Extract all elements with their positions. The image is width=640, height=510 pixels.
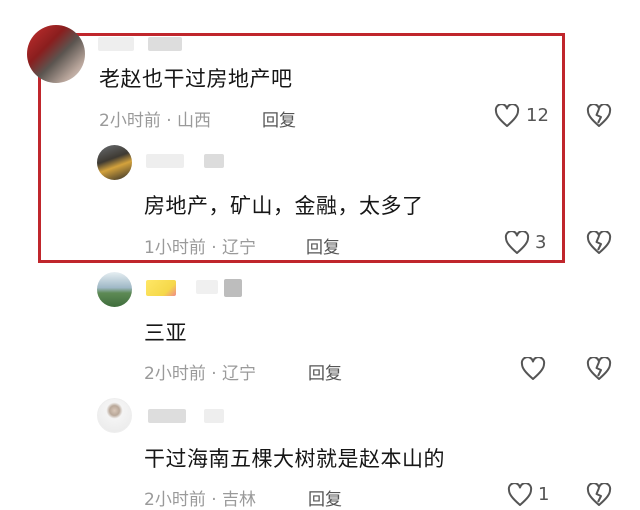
comment-time: 2小时前: [144, 364, 206, 384]
meta-separator: ·: [205, 238, 223, 258]
username-blurred[interactable]: [148, 37, 182, 51]
comment-text: 房地产，矿山，金融，太多了: [144, 194, 424, 218]
broken-heart-icon[interactable]: [586, 231, 612, 255]
heart-outline-icon[interactable]: [504, 231, 530, 255]
avatar[interactable]: [27, 25, 85, 83]
broken-heart-icon[interactable]: [586, 104, 612, 128]
avatar[interactable]: [97, 145, 132, 180]
comment-text: 三亚: [144, 321, 187, 345]
reply-button[interactable]: 回复: [308, 359, 342, 384]
heart-outline-icon[interactable]: [507, 483, 533, 507]
comment-time: 1小时前: [144, 238, 206, 258]
like-count: 1: [538, 484, 550, 505]
username-blurred[interactable]: [146, 154, 184, 168]
meta-separator: ·: [205, 364, 223, 384]
comment-location: 辽宁: [222, 364, 257, 384]
reply-button[interactable]: 回复: [262, 106, 296, 131]
reply-button[interactable]: 回复: [306, 233, 340, 258]
like-count: 3: [535, 232, 547, 253]
like-count: 12: [526, 105, 549, 126]
broken-heart-icon[interactable]: [586, 357, 612, 381]
username-blurred[interactable]: [224, 279, 242, 297]
comment-time: 2小时前: [99, 111, 161, 131]
meta-separator: ·: [205, 490, 223, 510]
comment-text: 老赵也干过房地产吧: [99, 67, 293, 91]
heart-outline-icon[interactable]: [494, 104, 520, 128]
username-blurred[interactable]: [196, 280, 218, 294]
avatar[interactable]: [97, 398, 132, 433]
comment-text: 干过海南五棵大树就是赵本山的: [144, 447, 445, 471]
comment-location: 山西: [177, 111, 212, 131]
comment-meta: 2小时前 · 吉林: [144, 485, 256, 510]
username-blurred[interactable]: [204, 409, 224, 423]
username-blurred[interactable]: [146, 280, 176, 296]
username-blurred[interactable]: [98, 37, 134, 51]
heart-outline-icon[interactable]: [520, 357, 546, 381]
comment-meta: 2小时前 · 辽宁: [144, 359, 256, 384]
meta-separator: ·: [160, 111, 178, 131]
reply-button[interactable]: 回复: [308, 485, 342, 510]
comment-meta: 1小时前 · 辽宁: [144, 233, 256, 258]
comment-time: 2小时前: [144, 490, 206, 510]
avatar[interactable]: [97, 272, 132, 307]
comment-location: 吉林: [222, 490, 257, 510]
comment-meta: 2小时前 · 山西: [99, 106, 211, 131]
username-blurred[interactable]: [204, 154, 224, 168]
broken-heart-icon[interactable]: [586, 483, 612, 507]
username-blurred[interactable]: [148, 409, 186, 423]
comment-location: 辽宁: [222, 238, 257, 258]
